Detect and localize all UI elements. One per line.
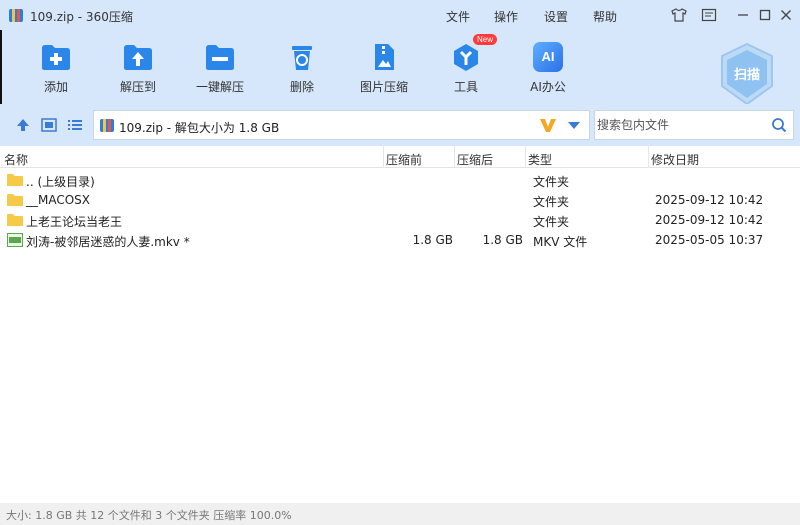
file-size-before: 1.8 GB — [412, 233, 453, 247]
close-icon — [781, 10, 791, 20]
col-name[interactable]: 名称 — [4, 151, 28, 168]
add-icon — [42, 45, 70, 70]
maximize-icon — [759, 9, 771, 21]
minimize-button[interactable] — [733, 6, 753, 24]
close-button[interactable] — [776, 6, 796, 24]
message-icon — [701, 8, 717, 22]
image-compress-button[interactable]: 图片压缩 — [349, 38, 419, 98]
path-box[interactable]: 109.zip - 解包大小为 1.8 GB — [93, 110, 590, 140]
col-size-after[interactable]: 压缩后 — [457, 151, 493, 168]
search-icon[interactable] — [771, 117, 787, 133]
toolbar: 添加 解压到 一键解压 删除 图片压缩 New 工具 AI AI办公 扫描 — [0, 30, 800, 106]
add-button[interactable]: 添加 — [21, 38, 91, 98]
file-name: 上老王论坛当老王 — [26, 215, 123, 229]
one-click-extract-icon — [206, 45, 234, 70]
column-header: 名称 压缩前 压缩后 类型 修改日期 — [0, 146, 800, 168]
column-divider[interactable] — [525, 146, 526, 168]
file-type: MKV 文件 — [533, 235, 588, 249]
title-bar: 109.zip - 360压缩 文件 操作 设置 帮助 — [0, 0, 800, 30]
one-click-extract-label: 一键解压 — [195, 80, 244, 94]
image-compress-label: 图片压缩 — [359, 80, 408, 94]
file-date: 2025-09-12 10:42 — [655, 193, 764, 207]
image-compress-icon — [375, 44, 394, 70]
up-arrow-icon[interactable] — [14, 116, 32, 134]
folder-icon — [7, 174, 23, 186]
menu-file[interactable]: 文件 — [446, 8, 470, 25]
col-date[interactable]: 修改日期 — [651, 151, 699, 168]
status-text: 大小: 1.8 GB 共 12 个文件和 3 个文件夹 压缩率 100.0% — [6, 509, 292, 522]
window-title: 109.zip - 360压缩 — [30, 10, 133, 24]
column-divider[interactable] — [383, 146, 384, 168]
maximize-button[interactable] — [755, 6, 775, 24]
scan-label: 扫描 — [733, 68, 760, 83]
menu-operation[interactable]: 操作 — [494, 8, 518, 25]
new-badge: New — [473, 34, 498, 45]
delete-button[interactable]: 删除 — [267, 38, 337, 98]
delete-icon — [292, 46, 312, 70]
file-name: .. (上级目录) — [26, 175, 95, 189]
col-type[interactable]: 类型 — [528, 151, 552, 168]
feedback-button[interactable] — [699, 6, 719, 24]
v-logo-icon[interactable] — [539, 116, 557, 134]
menu-settings[interactable]: 设置 — [544, 8, 568, 25]
file-name: 刘涛-被邻居迷惑的人妻.mkv * — [26, 235, 190, 249]
file-date: 2025-05-05 10:37 — [655, 233, 764, 247]
one-click-extract-button[interactable]: 一键解压 — [185, 38, 255, 98]
video-file-icon — [7, 233, 23, 247]
path-text: 109.zip - 解包大小为 1.8 GB — [119, 121, 280, 135]
ai-office-button[interactable]: AI AI办公 — [513, 38, 583, 98]
extract-to-icon — [124, 45, 152, 70]
shirt-icon — [671, 8, 687, 22]
ai-office-label: AI办公 — [530, 80, 566, 94]
scan-button[interactable]: 扫描 — [718, 42, 776, 106]
archive-icon — [100, 119, 114, 132]
tools-button[interactable]: New 工具 — [431, 34, 501, 98]
ai-office-icon: AI — [533, 42, 563, 72]
column-divider[interactable] — [648, 146, 649, 168]
path-dropdown-arrow-icon[interactable] — [568, 122, 580, 129]
file-type: 文件夹 — [533, 175, 570, 189]
skin-button[interactable] — [669, 6, 689, 24]
tools-label: 工具 — [453, 80, 478, 94]
folder-icon — [7, 214, 23, 226]
table-row[interactable]: 上老王论坛当老王 文件夹 2025-09-12 10:42 — [0, 210, 800, 230]
table-row[interactable]: __MACOSX 文件夹 2025-09-12 10:42 — [0, 190, 800, 210]
folder-icon — [7, 194, 23, 206]
extract-to-button[interactable]: 解压到 — [103, 38, 173, 98]
status-bar: 大小: 1.8 GB 共 12 个文件和 3 个文件夹 压缩率 100.0% — [0, 503, 800, 525]
tools-icon — [454, 44, 478, 71]
app-logo-icon — [9, 9, 23, 22]
file-name: __MACOSX — [26, 193, 91, 207]
col-size-before[interactable]: 压缩前 — [386, 151, 422, 168]
delete-label: 删除 — [289, 80, 314, 94]
extract-to-label: 解压到 — [119, 80, 156, 94]
search-box — [594, 110, 794, 140]
address-bar: 109.zip - 解包大小为 1.8 GB — [0, 104, 800, 146]
file-date: 2025-09-12 10:42 — [655, 213, 764, 227]
add-label: 添加 — [43, 80, 68, 94]
list-view-icon[interactable] — [66, 116, 84, 134]
file-size-after: 1.8 GB — [482, 233, 523, 247]
minimize-icon — [738, 14, 748, 16]
search-input[interactable] — [597, 115, 765, 135]
menu-help[interactable]: 帮助 — [593, 8, 617, 25]
column-divider[interactable] — [454, 146, 455, 168]
thumbnail-view-icon[interactable] — [40, 116, 58, 134]
file-type: 文件夹 — [533, 195, 570, 209]
file-type: 文件夹 — [533, 215, 570, 229]
table-row[interactable]: .. (上级目录) 文件夹 — [0, 170, 800, 190]
table-row[interactable]: 刘涛-被邻居迷惑的人妻.mkv * 1.8 GB 1.8 GB MKV 文件 2… — [0, 230, 800, 250]
